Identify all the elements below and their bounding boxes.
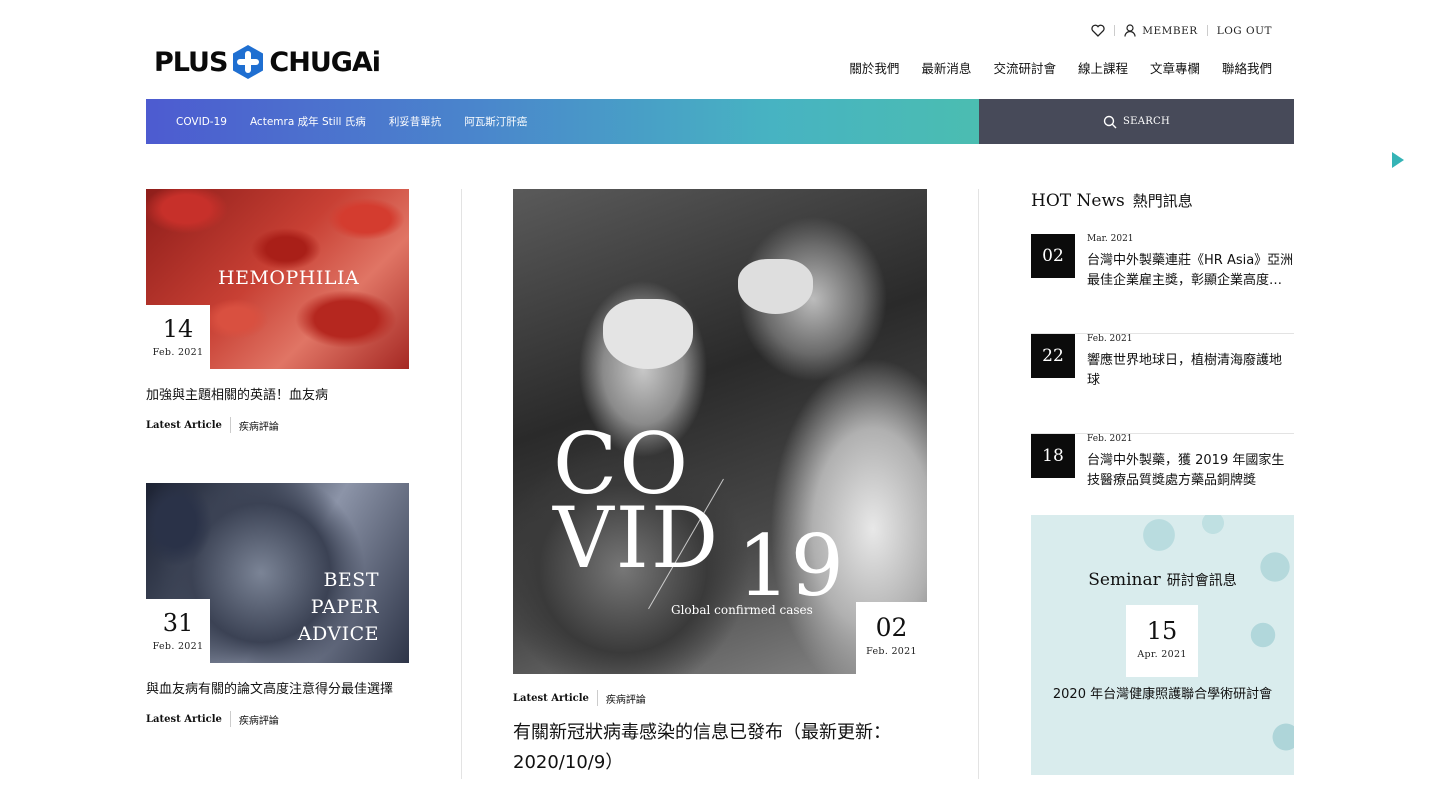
hot-news-heading-zh: 熱門訊息 [1132,192,1193,210]
seminar-title[interactable]: 2020 年台灣健康照護聯合學術研討會 [1051,685,1274,705]
article-type: Latest Article [146,419,222,431]
news-item[interactable]: 22 Feb. 2021 響應世界地球日，植樹清海廢護地球 [1031,334,1294,434]
news-title[interactable]: 台灣中外製藥連莊《HR Asia》亞洲最佳企業雇主獎，彰顯企業高度重視人才 [1087,251,1294,291]
site-logo[interactable]: PLUS CHUGAi [154,44,381,80]
column-divider [978,189,979,779]
article-type: Latest Article [513,692,589,704]
covid-number: 19 [737,517,844,615]
covid-headline: CO VID [553,422,721,587]
utility-nav: MEMBER LOG OUT [1091,24,1272,37]
date-box: 02 Feb. 2021 [856,602,927,674]
date-month: Feb. 2021 [152,641,204,652]
nav-item-articles[interactable]: 文章專欄 [1150,58,1200,77]
user-icon [1124,24,1136,37]
article-card[interactable]: HEMOPHILIA 14 Feb. 2021 加強與主題相關的英語！血友病 L… [146,189,409,433]
image-title: BEST PAPER ADVICE [264,567,379,648]
seminar-card[interactable]: Seminar 研討會訊息 15 Apr. 2021 2020 年台灣健康照護聯合… [1031,515,1294,775]
news-title[interactable]: 響應世界地球日，植樹清海廢護地球 [1087,351,1294,391]
date-day: 14 [162,315,194,343]
date-box: 14 Feb. 2021 [146,305,210,369]
heart-icon[interactable] [1091,24,1105,37]
feature-title[interactable]: 有關新冠狀病毒感染的信息已發布（最新更新：2020/10/9） [513,718,927,778]
feature-article[interactable]: CO VID 19 Global confirmed cases 02 Feb.… [513,189,927,778]
hot-news-heading: HOT News 熱門訊息 [1031,190,1193,211]
news-item[interactable]: 02 Mar. 2021 台灣中外製藥連莊《HR Asia》亞洲最佳企業雇主獎，… [1031,234,1294,334]
article-image[interactable]: HEMOPHILIA 14 Feb. 2021 [146,189,409,369]
search-icon [1103,115,1117,128]
article-meta: Latest Article 疾病評論 [146,417,409,433]
article-card[interactable]: BEST PAPER ADVICE 31 Feb. 2021 與血友病有關的論文… [146,483,409,727]
seminar-heading-zh: 研討會訊息 [1166,573,1237,589]
covid-subtitle: Global confirmed cases [671,603,813,617]
date-day: 02 [875,613,908,642]
category-bar: COVID-19 Actemra 成年 Still 氏病 利妥昔單抗 阿瓦斯汀肝… [146,99,979,144]
news-month: Feb. 2021 [1087,434,1133,444]
news-day: 22 [1031,334,1075,378]
news-day: 18 [1031,434,1075,478]
divider [229,711,231,727]
article-image[interactable]: BEST PAPER ADVICE 31 Feb. 2021 [146,483,409,663]
article-meta: Latest Article 疾病評論 [513,690,927,706]
nav-item-about[interactable]: 關於我們 [849,58,899,77]
divider [1114,25,1116,36]
article-meta: Latest Article 疾病評論 [146,711,409,727]
face-mask-shape [738,259,813,314]
date-day: 15 [1146,617,1178,645]
news-title[interactable]: 台灣中外製藥，獲 2019 年國家生技醫療品質獎處方藥品銅牌獎 [1087,451,1294,491]
news-month: Feb. 2021 [1087,334,1133,344]
article-title[interactable]: 與血友病有關的論文高度注意得分最佳選擇 [146,679,409,701]
seminar-heading-en: Seminar [1088,570,1161,590]
article-category[interactable]: 疾病評論 [606,691,646,706]
member-label: MEMBER [1142,24,1198,37]
image-title-line2: ADVICE [297,623,379,645]
hot-news-heading-en: HOT News [1031,191,1125,211]
divider [229,417,231,433]
search-button[interactable]: SEARCH [979,99,1294,144]
column-divider [461,189,462,779]
category-actemra[interactable]: Actemra 成年 Still 氏病 [250,114,366,129]
news-month: Mar. 2021 [1087,234,1134,244]
seminar-heading: Seminar 研討會訊息 [1031,570,1294,590]
logout-link[interactable]: LOG OUT [1217,25,1272,37]
article-title[interactable]: 加強與主題相關的英語！血友病 [146,385,409,407]
article-category[interactable]: 疾病評論 [239,418,279,433]
search-label: SEARCH [1122,116,1171,127]
category-covid[interactable]: COVID-19 [176,116,227,128]
member-link[interactable]: MEMBER [1124,24,1197,37]
divider [596,690,598,706]
date-day: 31 [162,609,194,637]
play-arrow-icon[interactable] [1392,152,1404,168]
nav-item-courses[interactable]: 線上課程 [1078,58,1128,77]
image-title: HEMOPHILIA [218,267,360,289]
divider [1206,25,1208,36]
article-category[interactable]: 疾病評論 [239,712,279,727]
news-day: 02 [1031,234,1075,278]
main-nav: 關於我們 最新消息 交流研討會 線上課程 文章專欄 聯絡我們 [849,58,1272,77]
nav-item-seminar[interactable]: 交流研討會 [993,58,1056,77]
covid-line2: VID [553,489,721,587]
date-month: Feb. 2021 [866,646,917,657]
logo-text-left: PLUS [154,46,228,78]
nav-item-news[interactable]: 最新消息 [921,58,971,77]
category-rituximab[interactable]: 利妥昔單抗 [389,114,442,129]
image-title-line1: BEST PAPER [310,569,379,618]
date-month: Apr. 2021 [1137,649,1187,660]
face-mask-shape [603,299,693,369]
date-month: Feb. 2021 [152,347,204,358]
nav-item-contact[interactable]: 聯絡我們 [1222,58,1272,77]
date-box: 31 Feb. 2021 [146,599,210,663]
date-box: 15 Apr. 2021 [1126,605,1198,677]
logo-cross-icon [233,45,264,79]
feature-image[interactable]: CO VID 19 Global confirmed cases 02 Feb.… [513,189,927,674]
logo-text-right: CHUGAi [269,46,381,78]
article-type: Latest Article [146,713,222,725]
category-avastin[interactable]: 阿瓦斯汀肝癌 [464,114,527,129]
